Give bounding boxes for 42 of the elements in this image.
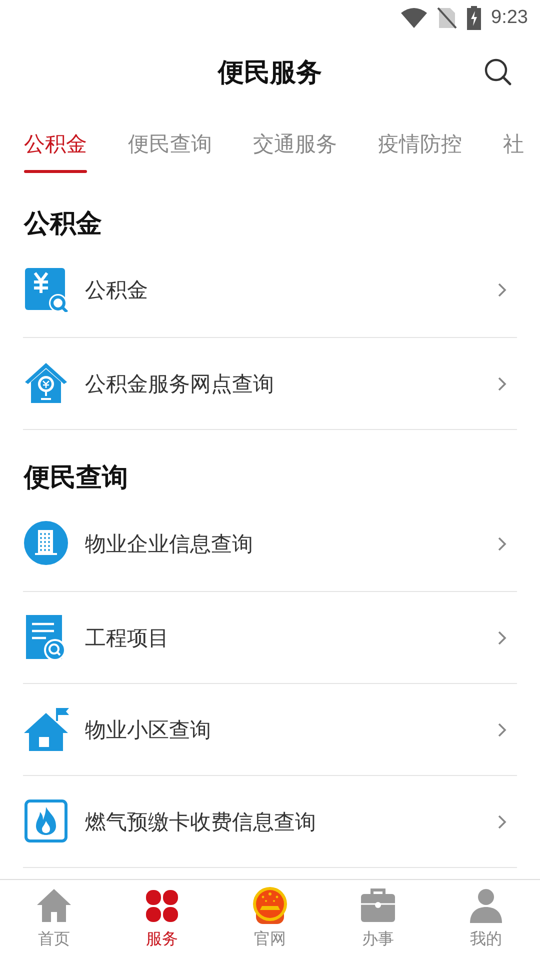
house-flag-icon: [24, 707, 69, 752]
chevron-right-icon: [497, 722, 507, 738]
house-yuan-icon: [24, 361, 69, 406]
nav-tab[interactable]: 服务: [108, 880, 216, 960]
no-sim-icon: [437, 7, 458, 29]
chevron-right-icon: [497, 282, 507, 298]
chevron-right-icon: [497, 376, 507, 392]
status-time: 9:23: [491, 7, 528, 29]
item-label: 工程项目: [85, 624, 170, 652]
tab[interactable]: 疫情防控: [378, 108, 462, 176]
list-item[interactable]: 物业企业信息查询: [23, 496, 517, 592]
chevron-right-icon: [497, 630, 507, 646]
list-item[interactable]: 燃气预缴卡收费信息查询: [23, 776, 517, 868]
list-item[interactable]: 公积金服务网点查询: [23, 338, 517, 430]
tab[interactable]: 交通服务: [253, 108, 337, 176]
item-label: 公积金: [85, 276, 149, 304]
item-label: 物业企业信息查询: [85, 530, 254, 558]
list-item[interactable]: 工程项目: [23, 592, 517, 684]
list-item[interactable]: 公积金: [23, 242, 517, 338]
item-label: 公积金服务网点查询: [85, 370, 275, 398]
wifi-icon: [401, 8, 428, 28]
battery-charging-icon: [467, 6, 482, 30]
tab[interactable]: 社: [503, 108, 524, 176]
nav-tab[interactable]: 我的: [432, 880, 540, 960]
list-item[interactable]: 物业小区查询: [23, 684, 517, 776]
flame-icon: [24, 799, 69, 844]
nav-tab[interactable]: 首页: [0, 880, 108, 960]
tab[interactable]: 公积金: [24, 108, 87, 176]
item-label: 物业小区查询: [85, 716, 212, 744]
chevron-right-icon: [497, 536, 507, 552]
building-icon: [24, 521, 69, 566]
chevron-right-icon: [497, 814, 507, 830]
yuan-search-icon: [24, 267, 69, 312]
section-title: 公积金: [24, 208, 103, 241]
tab[interactable]: 便民查询: [128, 108, 212, 176]
nav-tab[interactable]: 官网: [216, 880, 324, 960]
item-label: 燃气预缴卡收费信息查询: [85, 808, 317, 836]
nav-tab[interactable]: 办事: [324, 880, 432, 960]
emblem-icon: [250, 886, 290, 926]
search-icon[interactable]: [484, 58, 512, 86]
section-title: 便民查询: [24, 462, 129, 495]
page-title: 便民服务: [218, 56, 322, 90]
